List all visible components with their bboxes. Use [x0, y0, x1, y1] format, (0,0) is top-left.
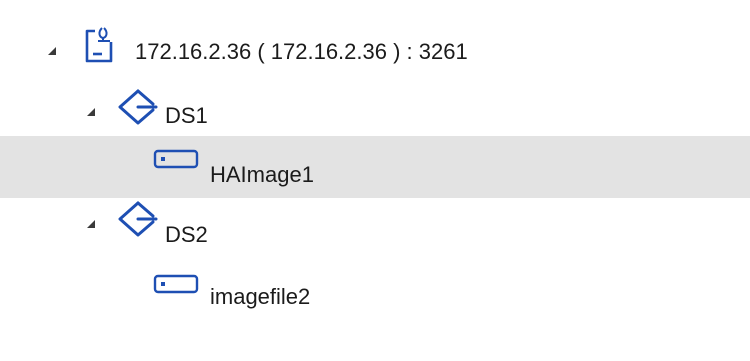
- datastore-icon: [118, 201, 158, 237]
- datastore-label: DS1: [165, 103, 208, 128]
- expand-arrow-icon[interactable]: [87, 220, 95, 228]
- tree-row-ds1[interactable]: DS1: [0, 82, 750, 144]
- tree-row-target[interactable]: 172.16.2.36 ( 172.16.2.36 ) : 3261: [0, 20, 750, 82]
- target-label: 172.16.2.36 ( 172.16.2.36 ) : 3261: [135, 39, 468, 64]
- expand-arrow-icon[interactable]: [48, 47, 56, 55]
- datastore-icon: [118, 89, 158, 125]
- disk-image-icon: [153, 149, 199, 169]
- target-tree: 172.16.2.36 ( 172.16.2.36 ) : 3261 DS1 H…: [0, 0, 750, 361]
- server-target-icon: [85, 27, 113, 63]
- tree-row-ds2[interactable]: DS2: [0, 201, 750, 264]
- tree-row-imagefile2[interactable]: imagefile2: [0, 264, 750, 326]
- disk-image-icon: [153, 274, 199, 294]
- expand-arrow-icon[interactable]: [87, 108, 95, 116]
- datastore-label: DS2: [165, 222, 208, 247]
- image-label: HAImage1: [210, 162, 314, 187]
- tree-row-haimage1[interactable]: HAImage1: [0, 136, 750, 198]
- image-label: imagefile2: [210, 284, 311, 309]
